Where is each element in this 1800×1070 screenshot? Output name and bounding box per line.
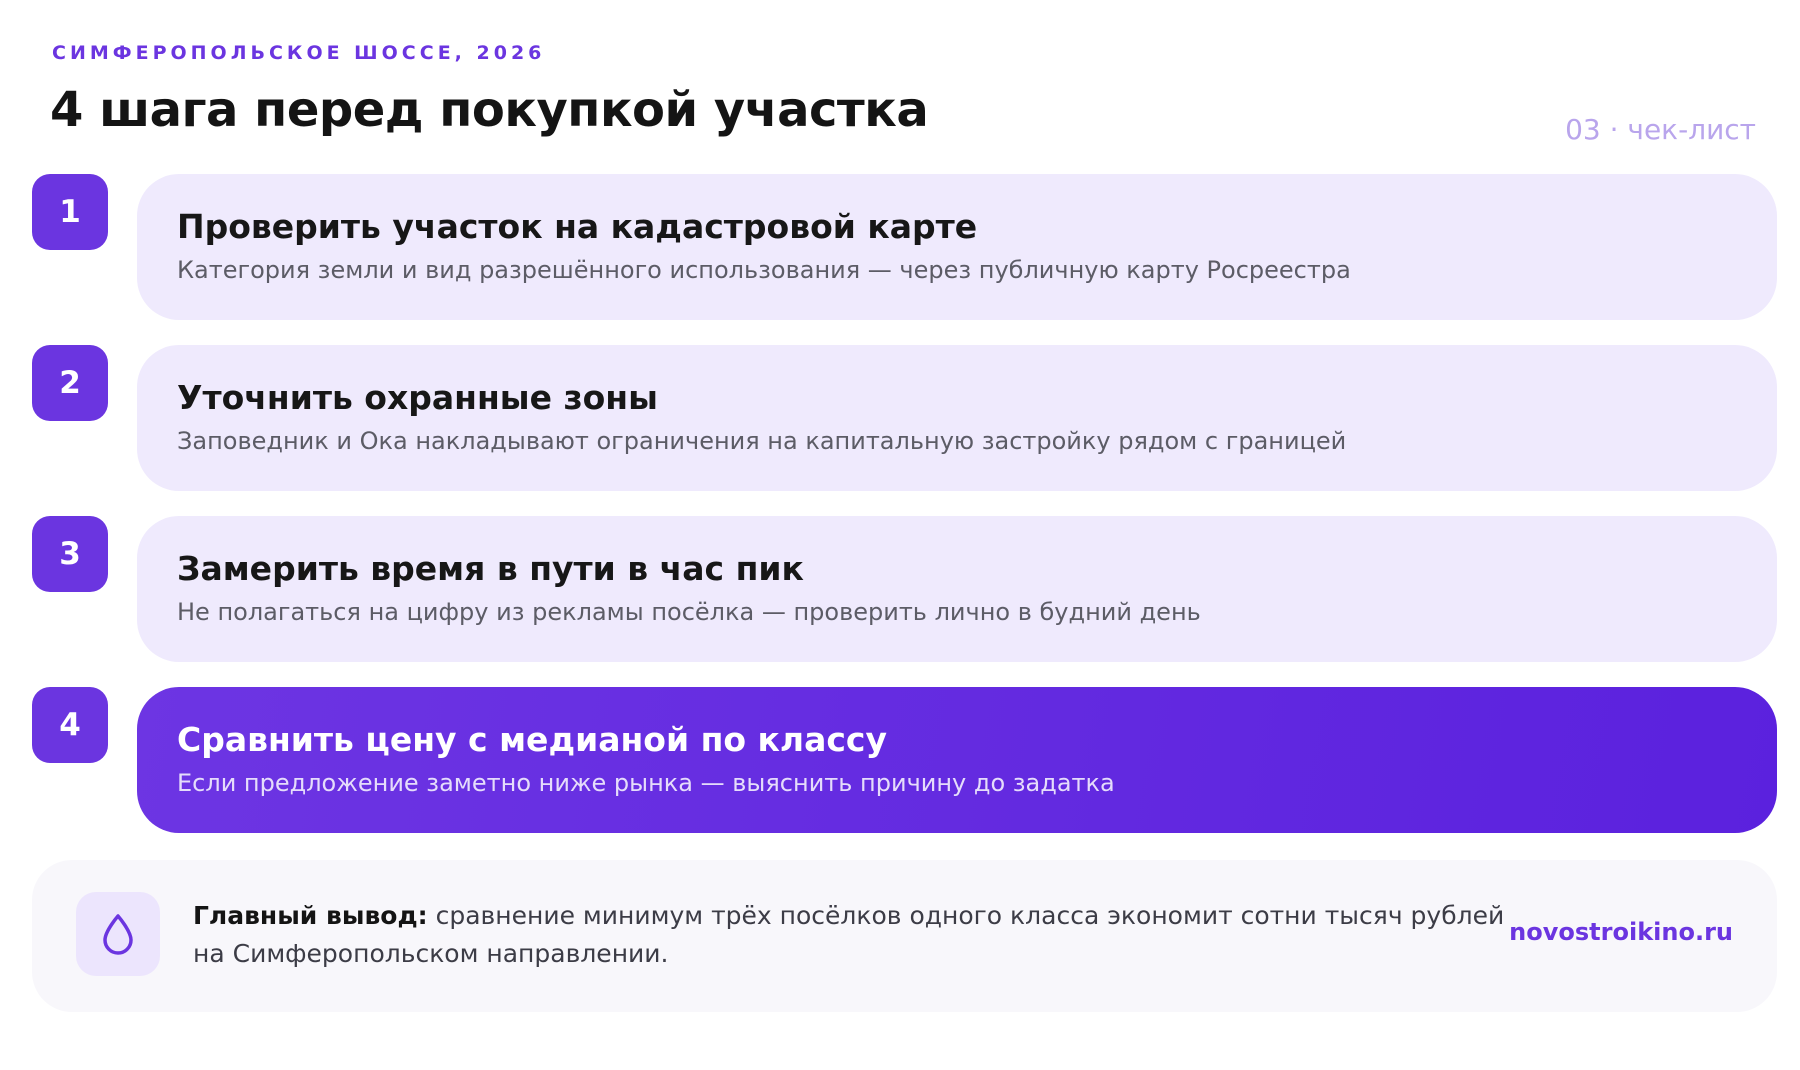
step-4: 4 Сравнить цену с медианой по классу Есл… — [0, 687, 1800, 833]
step-3: 3 Замерить время в пути в час пик Не пол… — [0, 516, 1800, 662]
step-number-3: 3 — [32, 516, 108, 592]
step-description-1: Категория земли и вид разрешённого испол… — [177, 256, 1351, 284]
step-description-2: Заповедник и Ока накладывают ограничения… — [177, 427, 1347, 455]
step-title-2: Уточнить охранные зоны — [177, 378, 658, 417]
summary-panel: Главный вывод: сравнение минимум трёх по… — [32, 860, 1777, 1012]
kicker: СИМФЕРОПОЛЬСКОЕ ШОССЕ, 2026 — [52, 42, 546, 64]
summary-icon-box — [76, 892, 160, 976]
step-title-4: Сравнить цену с медианой по классу — [177, 720, 887, 759]
step-card-2: Уточнить охранные зоны Заповедник и Ока … — [137, 345, 1777, 491]
step-number-2: 2 — [32, 345, 108, 421]
step-1: 1 Проверить участок на кадастровой карте… — [0, 174, 1800, 320]
step-number-1: 1 — [32, 174, 108, 250]
step-description-4: Если предложение заметно ниже рынка — вы… — [177, 769, 1115, 797]
page-title: 4 шага перед покупкой участка — [50, 82, 929, 138]
step-card-1: Проверить участок на кадастровой карте К… — [137, 174, 1777, 320]
step-description-3: Не полагаться на цифру из рекламы посёлк… — [177, 598, 1201, 626]
step-card-4: Сравнить цену с медианой по классу Если … — [137, 687, 1777, 833]
summary-label: Главный вывод: — [193, 901, 428, 930]
drop-icon — [103, 914, 133, 955]
summary-text: Главный вывод: сравнение минимум трёх по… — [193, 897, 1523, 973]
step-number-4: 4 — [32, 687, 108, 763]
step-2: 2 Уточнить охранные зоны Заповедник и Ок… — [0, 345, 1800, 491]
site-link[interactable]: novostroikino.ru — [1509, 918, 1733, 946]
step-title-1: Проверить участок на кадастровой карте — [177, 207, 978, 246]
step-card-3: Замерить время в пути в час пик Не полаг… — [137, 516, 1777, 662]
page-tag: 03 · чек-лист — [1565, 113, 1756, 146]
step-title-3: Замерить время в пути в час пик — [177, 549, 804, 588]
